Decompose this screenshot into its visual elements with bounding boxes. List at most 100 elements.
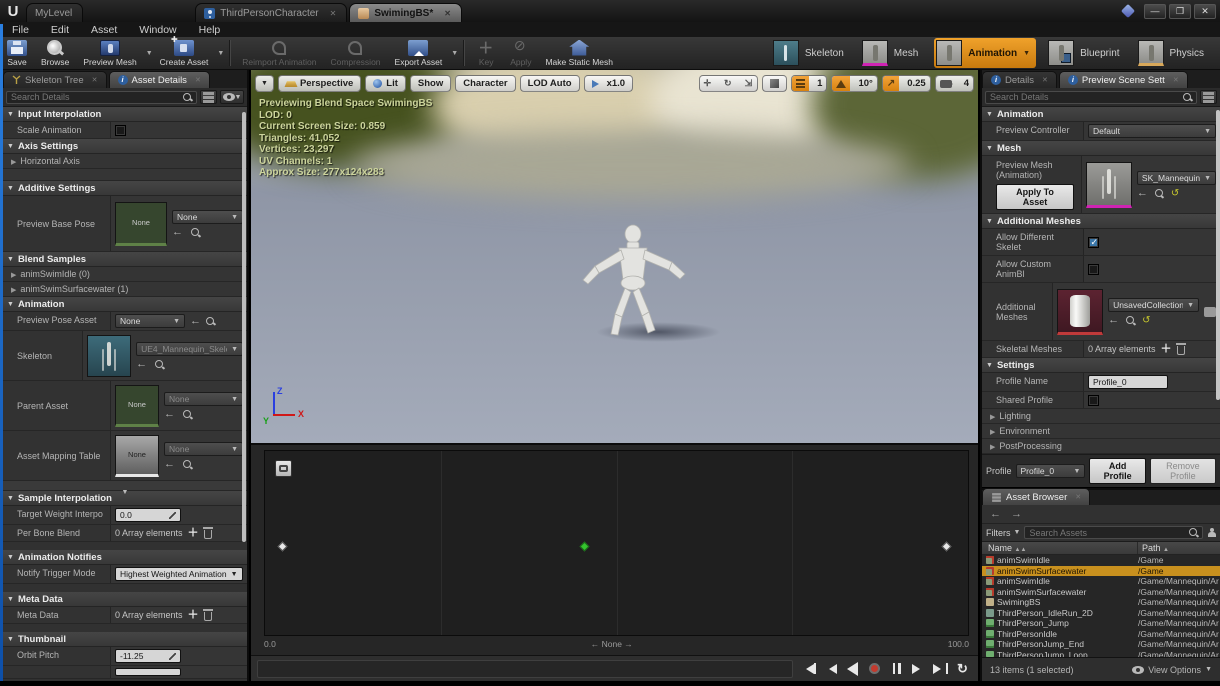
perspective-button[interactable]: Perspective <box>277 75 362 92</box>
record-button[interactable] <box>867 661 882 676</box>
display-grid-button[interactable] <box>200 90 217 104</box>
close-tab-icon[interactable]: ✕ <box>195 76 201 84</box>
character-button[interactable]: Character <box>455 75 516 92</box>
remove-profile-button[interactable]: Remove Profile <box>1149 458 1216 484</box>
camera-speed-icon[interactable] <box>936 76 956 91</box>
camera-speed-value[interactable]: 4 <box>960 76 973 91</box>
to-front-button[interactable] <box>801 661 816 676</box>
browse-to-asset-icon[interactable] <box>183 410 192 419</box>
menu-edit[interactable]: Edit <box>51 24 69 36</box>
chevron-down-icon[interactable]: ▼ <box>1023 50 1030 57</box>
scale-snap-icon[interactable]: ↗ <box>882 76 900 91</box>
search-details-box[interactable] <box>6 90 197 104</box>
asset-row[interactable]: animSwimIdle/Game <box>982 555 1220 566</box>
play-reverse-button[interactable] <box>845 661 860 676</box>
mode-mesh[interactable]: Mesh <box>860 38 924 68</box>
browse-to-asset-icon[interactable] <box>1126 316 1135 325</box>
step-forward-button[interactable] <box>911 661 926 676</box>
additional-meshes-dropdown[interactable]: UnsavedCollection ▼ <box>1108 298 1199 312</box>
use-selected-icon[interactable]: ← <box>172 227 183 238</box>
reimport-animation-button[interactable]: Reimport Animation <box>235 37 323 70</box>
preview-base-pose-thumbnail[interactable]: None <box>115 201 167 246</box>
export-asset-dropdown-icon[interactable]: ▼ <box>451 50 458 57</box>
search-assets-input[interactable] <box>1029 527 1189 538</box>
rotation-snap-icon[interactable] <box>832 76 851 91</box>
profile-name-input[interactable]: Profile_0 <box>1088 375 1168 389</box>
add-element-icon[interactable]: ＋ <box>188 609 199 620</box>
grid-snap-group[interactable]: 1 <box>791 75 828 92</box>
section-settings[interactable]: ▼ Settings <box>982 358 1220 373</box>
allow-custom-animbp-checkbox[interactable] <box>1088 263 1099 275</box>
viewport-options-button[interactable]: ▼ <box>255 75 274 92</box>
allow-different-skeleton-checkbox[interactable] <box>1088 236 1099 248</box>
advanced-expander[interactable]: ▼ <box>3 481 247 496</box>
lighting-expander[interactable]: ▶ Lighting <box>982 409 1220 424</box>
mode-animation[interactable]: Animation ▼ <box>934 38 1037 68</box>
search-details-input[interactable] <box>11 92 183 102</box>
transform-gizmo-group[interactable]: ✛ ↻ ⇲ <box>698 75 759 92</box>
asset-row[interactable]: SwimingBS/Game/Mannequin/Ar <box>982 597 1220 608</box>
add-element-icon[interactable]: ＋ <box>1161 343 1172 354</box>
tab-details[interactable]: i Details ✕ <box>982 71 1057 88</box>
column-path[interactable]: Path ▲ <box>1138 542 1220 554</box>
add-element-icon[interactable]: ＋ <box>188 527 199 538</box>
reset-icon[interactable]: ↺ <box>1171 189 1179 199</box>
rotation-snap-group[interactable]: 10° <box>831 75 878 92</box>
horizontal-axis-expander[interactable]: ▶ Horizontal Axis <box>3 154 247 169</box>
section-thumbnail[interactable]: ▼ Thumbnail <box>3 632 247 647</box>
lit-button[interactable]: Lit <box>365 75 406 92</box>
rotation-snap-value[interactable]: 10° <box>854 76 876 91</box>
section-blend-samples[interactable]: ▼ Blend Samples <box>3 252 247 267</box>
apply-to-asset-button[interactable]: Apply To Asset <box>996 183 1074 210</box>
parent-asset-dropdown[interactable]: None ▼ <box>164 392 243 406</box>
filters-button[interactable]: Filters ▼ <box>986 528 1020 538</box>
preview-blend-point[interactable] <box>579 541 590 552</box>
use-selected-icon[interactable]: ← <box>1137 188 1148 199</box>
close-button[interactable]: ✕ <box>1194 3 1216 19</box>
tab-preview-scene-settings[interactable]: i Preview Scene Sett ✕ <box>1058 71 1188 88</box>
history-back-button[interactable]: ← <box>990 508 1001 520</box>
browse-to-asset-icon[interactable] <box>155 360 164 369</box>
section-additional-meshes[interactable]: ▼ Additional Meshes <box>982 214 1220 229</box>
menu-file[interactable]: File <box>12 24 29 36</box>
preview-character[interactable] <box>569 222 699 347</box>
grid-snap-icon[interactable] <box>792 76 810 91</box>
compression-button[interactable]: Compression <box>323 37 387 70</box>
tab-asset-browser[interactable]: Asset Browser ✕ <box>982 488 1091 505</box>
restore-button[interactable]: ❐ <box>1169 3 1191 19</box>
view-options-button[interactable]: View Options ▼ <box>1132 665 1212 675</box>
search-details-box[interactable] <box>985 90 1197 104</box>
close-tab-icon[interactable]: ✕ <box>444 9 451 18</box>
clear-array-icon[interactable] <box>202 527 213 539</box>
browse-to-asset-icon[interactable] <box>206 316 215 326</box>
scale-icon[interactable]: ⇲ <box>741 76 758 91</box>
asset-mapping-table-thumbnail[interactable]: None <box>115 434 159 477</box>
asset-mapping-table-dropdown[interactable]: None ▼ <box>164 442 243 456</box>
use-selected-icon[interactable]: ← <box>1108 315 1119 326</box>
asset-row[interactable]: ThirdPersonJump_End/Game/Mannequin/Ar <box>982 639 1220 650</box>
blendspace-display-button[interactable] <box>275 460 292 477</box>
section-animation[interactable]: ▼ Animation <box>982 107 1220 122</box>
playback-speed-button[interactable]: x1.0 <box>583 75 634 92</box>
browse-button[interactable]: Browse <box>34 37 76 70</box>
mode-skeleton[interactable]: Skeleton <box>771 38 850 68</box>
rotate-icon[interactable]: ↻ <box>720 76 737 91</box>
save-button[interactable]: Save <box>0 37 34 70</box>
mode-blueprint[interactable]: Blueprint <box>1046 38 1125 68</box>
to-end-button[interactable] <box>933 661 948 676</box>
target-weight-input[interactable]: 0.0 <box>115 508 181 522</box>
shared-profile-checkbox[interactable] <box>1088 394 1099 406</box>
blendspace-editor[interactable]: 0.0 ← None → 100.0 <box>251 443 978 655</box>
use-selected-icon[interactable]: ← <box>136 359 147 370</box>
preview-mesh-dropdown-icon[interactable]: ▼ <box>146 50 153 57</box>
section-axis-settings[interactable]: ▼ Axis Settings <box>3 139 247 154</box>
tab-asset-details[interactable]: i Asset Details ✕ <box>108 71 210 88</box>
clear-array-icon[interactable] <box>202 609 213 621</box>
preview-mesh-dropdown[interactable]: SK_Mannequin ▼ <box>1136 171 1216 185</box>
section-meta-data[interactable]: ▼ Meta Data <box>3 592 247 607</box>
tab-mylevel[interactable]: MyLevel <box>26 3 84 22</box>
browse-to-asset-icon[interactable] <box>183 460 192 469</box>
notify-trigger-mode-dropdown[interactable]: Highest Weighted Animation ▼ <box>115 567 243 581</box>
pause-button[interactable] <box>889 661 904 676</box>
scale-animation-checkbox[interactable] <box>115 124 126 136</box>
